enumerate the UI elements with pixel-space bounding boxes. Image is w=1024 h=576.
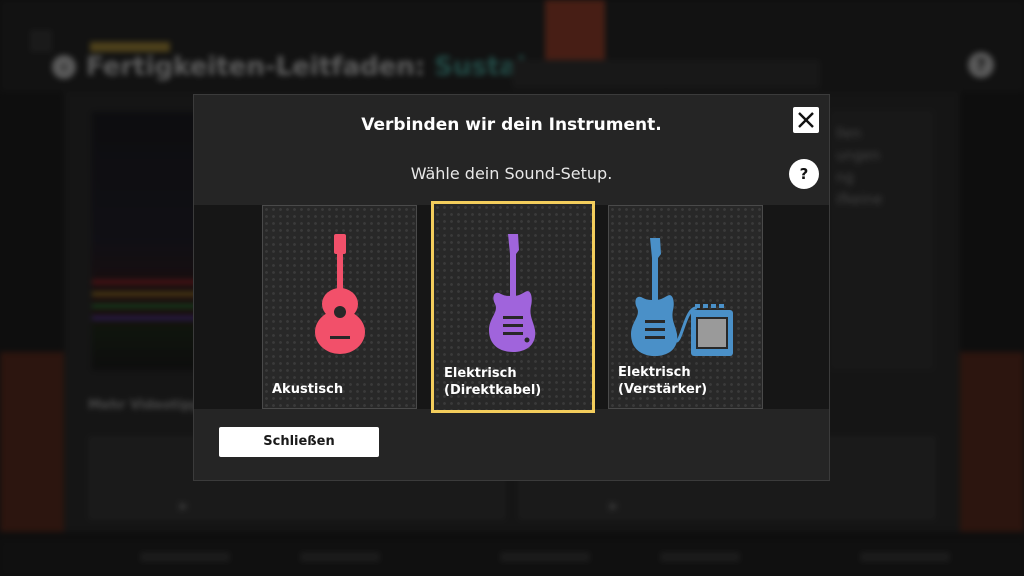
- option-acoustic[interactable]: Akustisch: [262, 205, 417, 409]
- dialog-subtitle: Wähle dein Sound-Setup.: [410, 164, 613, 183]
- screen: ‹ Fertigkeiten-Leitfaden: Sustains ? lle…: [0, 0, 1024, 576]
- close-icon: [798, 112, 814, 128]
- close-dialog-button[interactable]: Schließen: [219, 427, 379, 457]
- electric-guitar-icon: [489, 234, 536, 352]
- option-acoustic-label: Akustisch: [272, 382, 344, 397]
- close-button[interactable]: [793, 107, 819, 133]
- option-electric-amp-label: Elektrisch (Verstärker): [618, 365, 708, 397]
- help-button[interactable]: ?: [789, 159, 819, 189]
- option-electric-direct-label: Elektrisch (Direktkabel): [444, 366, 542, 398]
- option-electric-direct[interactable]: Elektrisch (Direktkabel): [431, 201, 595, 413]
- sound-setup-options: Akustisch Elektrisch (Direktkabel) Elekt…: [194, 201, 829, 413]
- dialog-title: Verbinden wir dein Instrument.: [361, 115, 662, 135]
- option-electric-amp[interactable]: Elektrisch (Verstärker): [608, 205, 763, 409]
- acoustic-guitar-icon: [314, 234, 365, 354]
- electric-guitar-amp-icon: [630, 238, 733, 356]
- instrument-setup-dialog: Verbinden wir dein Instrument. Wähle dei…: [193, 94, 830, 481]
